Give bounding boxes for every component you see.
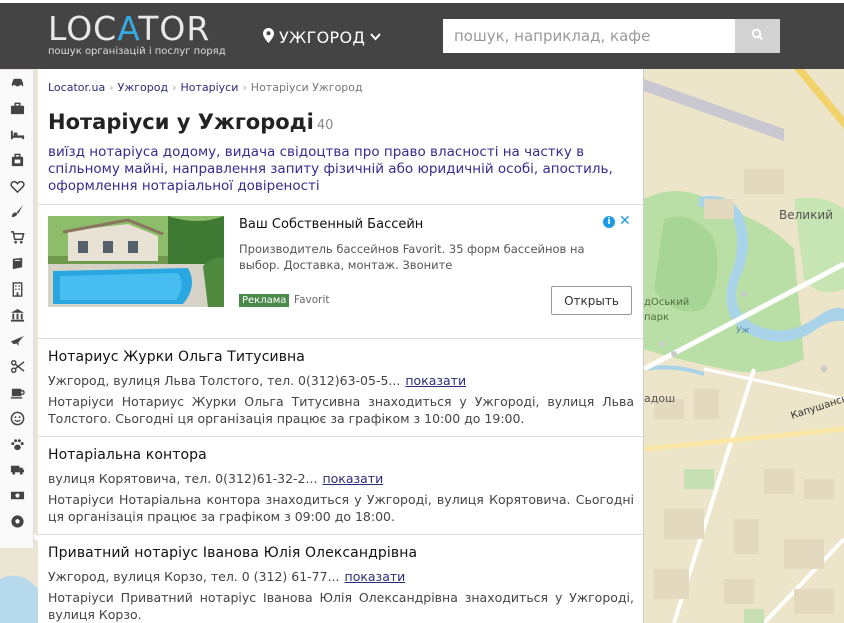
listing-name[interactable]: Нотаріальна контора xyxy=(48,447,207,463)
listing-description: Нотаріуси Приватний нотаріус Іванова Юлі… xyxy=(48,590,634,622)
map-label-park-1: дOський xyxy=(644,297,689,308)
show-phone-link[interactable]: показати xyxy=(405,373,466,388)
plane-icon[interactable] xyxy=(0,328,34,354)
ad-label-badge: Реклама xyxy=(239,294,290,307)
map-view[interactable]: Великий дOський парк Уж Капушансь адош xyxy=(644,69,844,623)
cart-icon[interactable] xyxy=(0,225,34,251)
city-name: УЖГОРОД xyxy=(279,27,366,47)
info-icon[interactable]: i xyxy=(603,216,615,228)
search-input[interactable] xyxy=(443,19,735,53)
listing-name[interactable]: Нотариус Журки Ольга Титусивна xyxy=(48,349,305,365)
category-sidebar xyxy=(0,70,34,548)
breadcrumb-link-city[interactable]: Ужгород xyxy=(118,81,168,94)
content-panel: Locator.ua › Ужгород › Нотаріуси › Нотаріуси У… xyxy=(38,69,644,623)
map-label-velykyi: Великий xyxy=(779,208,833,222)
ad-open-button[interactable]: Открыть xyxy=(551,286,632,315)
breadcrumb-current: Нотаріуси Ужгород xyxy=(250,81,363,94)
smile-icon[interactable] xyxy=(0,405,34,431)
heart-icon[interactable] xyxy=(0,173,34,199)
truck-icon[interactable] xyxy=(0,457,34,483)
listing-description: Нотаріуси Нотариус Журки Ольга Титусивна… xyxy=(48,394,634,426)
map-pin-icon xyxy=(263,27,274,47)
page-title: Нотаріуси у Ужгороді 40 xyxy=(48,110,334,134)
chevron-down-icon xyxy=(370,31,381,44)
coffee-icon[interactable] xyxy=(0,380,34,406)
map-label-park-2: парк xyxy=(644,312,669,323)
ad-brand: Favorit xyxy=(294,294,330,306)
breadcrumb: Locator.ua › Ужгород › Нотаріуси › Нотаріуси У… xyxy=(48,81,363,94)
breadcrumb-link-category[interactable]: Нотаріуси xyxy=(180,81,238,94)
ad-description: Производитель бассейнов Favorit. 35 форм… xyxy=(239,242,585,272)
category-description: виїзд нотаріуса додому, видача свідоцтва… xyxy=(48,144,613,194)
logo[interactable]: LOCATOR пошук організацій і послуг поряд xyxy=(48,12,228,58)
search-button[interactable] xyxy=(735,19,780,53)
result-count: 40 xyxy=(316,118,334,133)
listing-description: Нотаріуси Нотаріальна контора знаходитьс… xyxy=(48,492,634,524)
briefcase-icon[interactable] xyxy=(0,96,34,122)
paw-icon[interactable] xyxy=(0,431,34,457)
close-icon[interactable]: ✕ xyxy=(619,214,631,228)
ad-title[interactable]: Ваш Собственный Бассейн xyxy=(239,217,423,232)
list-item: Нотаріальна контора вулиця Корятовича, т… xyxy=(38,437,643,535)
logo-tagline: пошук організацій і послуг поряд xyxy=(48,46,226,57)
list-item: Приватний нотаріус Іванова Юлія Олександ… xyxy=(38,535,643,623)
listing-address: вулиця Корятовича, тел. 0(312)61-32-2...… xyxy=(48,471,384,486)
car-icon[interactable] xyxy=(0,70,34,96)
brush-icon[interactable] xyxy=(0,199,34,225)
bank-icon[interactable] xyxy=(0,302,34,328)
top-header: LOCATOR пошук організацій і послуг поряд… xyxy=(0,0,844,69)
listing-name[interactable]: Приватний нотаріус Іванова Юлія Олександ… xyxy=(48,545,417,561)
building-icon[interactable] xyxy=(0,276,34,302)
map-label-river: Уж xyxy=(736,326,750,336)
city-selector[interactable]: УЖГОРОД xyxy=(263,26,381,48)
ad-image[interactable] xyxy=(48,216,224,307)
breadcrumb-link-home[interactable]: Locator.ua xyxy=(48,81,105,94)
scissors-icon[interactable] xyxy=(0,354,34,380)
money-icon[interactable] xyxy=(0,483,34,509)
list-item: Нотариус Журки Ольга Титусивна Ужгород, … xyxy=(38,339,643,437)
show-phone-link[interactable]: показати xyxy=(345,569,406,584)
ad-banner[interactable]: Ваш Собственный Бассейн Производитель ба… xyxy=(38,204,643,339)
books-icon[interactable] xyxy=(0,251,34,277)
suitcase-icon[interactable] xyxy=(0,147,34,173)
soccer-ball-icon[interactable] xyxy=(0,509,34,535)
bed-icon[interactable] xyxy=(0,122,34,148)
listing-address: Ужгород, вулиця Льва Толстого, тел. 0(31… xyxy=(48,373,467,388)
listing-address: Ужгород, вулиця Корзо, тел. 0 (312) 61-7… xyxy=(48,569,406,584)
show-phone-link[interactable]: показати xyxy=(322,471,383,486)
search-icon xyxy=(751,28,764,44)
map-label-district: адош xyxy=(644,392,675,405)
